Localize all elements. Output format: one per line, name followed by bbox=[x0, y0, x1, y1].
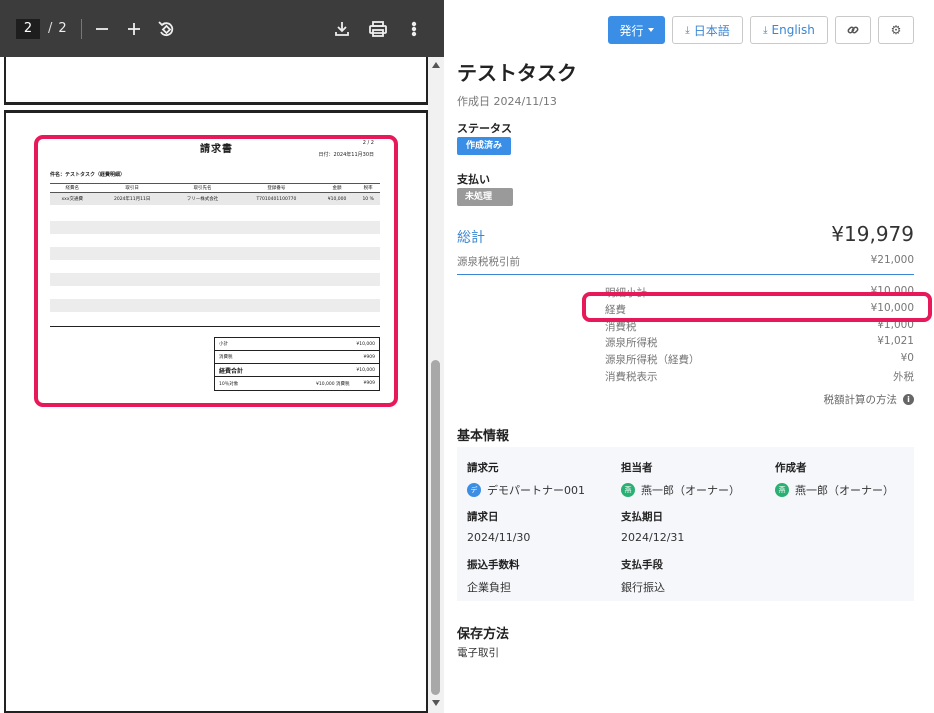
breakdown-label: 源泉所得税（経費） bbox=[605, 354, 700, 366]
minus-icon bbox=[95, 27, 108, 30]
pre-withholding-value: ¥21,000 bbox=[870, 254, 914, 266]
basic-info-heading: 基本情報 bbox=[457, 429, 510, 444]
owner-field: 担当者 燕 燕一郎（オーナー） bbox=[621, 460, 740, 498]
field-label: 請求日 bbox=[467, 511, 499, 523]
download-icon bbox=[335, 21, 349, 36]
due-date-field: 支払期日 2024/12/31 bbox=[621, 509, 684, 544]
total-value: ¥19,979 bbox=[831, 222, 914, 246]
page-title: テストタスク bbox=[457, 61, 577, 85]
avatar: 燕 bbox=[621, 483, 635, 497]
avatar: 燕 bbox=[775, 483, 789, 497]
rotate-button[interactable] bbox=[152, 15, 180, 43]
total-label[interactable]: 総計 bbox=[457, 227, 485, 247]
highlight-invoice bbox=[34, 135, 398, 407]
basic-info-box: 請求元 デ デモパートナー001 担当者 燕 燕一郎（オーナー） 作成者 燕 燕… bbox=[457, 447, 914, 601]
issue-button-label: 発行 bbox=[619, 23, 644, 38]
field-label: 担当者 bbox=[621, 462, 653, 474]
field-value: 銀行振込 bbox=[621, 581, 665, 594]
breakdown-value: 外税 bbox=[893, 371, 914, 383]
breakdown-row: 源泉所得税 ¥1,021 bbox=[605, 335, 914, 350]
field-value: 2024/12/31 bbox=[621, 531, 685, 544]
copy-link-button[interactable] bbox=[835, 16, 871, 44]
breakdown-label: 源泉所得税 bbox=[605, 337, 658, 349]
caret-down-icon bbox=[647, 28, 654, 32]
info-icon[interactable]: i bbox=[903, 394, 914, 405]
scroll-down-arrow[interactable] bbox=[432, 700, 440, 706]
tax-calc-link[interactable]: 税額計算の方法 i bbox=[823, 392, 914, 407]
avatar: デ bbox=[467, 483, 481, 497]
status-badge: 作成済み bbox=[457, 137, 512, 155]
issuer-field: 請求元 デ デモパートナー001 bbox=[467, 460, 585, 498]
storage-value: 電子取引 bbox=[457, 647, 499, 659]
english-label: English bbox=[771, 23, 815, 37]
scrollbar-thumb[interactable] bbox=[431, 360, 440, 695]
storage-heading: 保存方法 bbox=[457, 627, 510, 642]
created-date: 作成日 2024/11/13 bbox=[457, 95, 557, 108]
download-icon: ⤓ bbox=[685, 24, 690, 36]
breakdown-label: 消費税表示 bbox=[605, 371, 658, 383]
issue-button[interactable]: 発行 bbox=[608, 16, 665, 44]
pdf-toolbar: 2 / 2 bbox=[0, 0, 444, 57]
download-icon: ⤓ bbox=[763, 24, 768, 36]
detail-panel: 発行 ⤓ 日本語 ⤓ English ⚙ テストタスク 作成日 2024/11/… bbox=[445, 0, 934, 713]
tax-calc-label: 税額計算の方法 bbox=[823, 394, 898, 406]
zoom-in-button[interactable] bbox=[120, 15, 148, 43]
pre-withholding-label: 源泉税税引前 bbox=[457, 256, 520, 268]
more-options-button[interactable] bbox=[400, 15, 428, 43]
field-label: 支払手段 bbox=[621, 559, 663, 571]
breakdown-row: 消費税表示 外税 bbox=[605, 369, 914, 384]
plus-icon bbox=[127, 22, 140, 35]
previous-page bbox=[4, 57, 428, 105]
total-divider bbox=[457, 274, 914, 275]
print-icon bbox=[369, 20, 387, 37]
settings-button[interactable]: ⚙ bbox=[878, 16, 914, 44]
field-value: 企業負担 bbox=[467, 581, 511, 594]
breakdown-value: ¥1,021 bbox=[877, 335, 914, 347]
japanese-label: 日本語 bbox=[693, 23, 730, 38]
field-value: 燕 燕一郎（オーナー） bbox=[621, 482, 740, 498]
creator-name: 燕一郎（オーナー） bbox=[795, 484, 894, 497]
breakdown-row: 源泉所得税（経費） ¥0 bbox=[605, 352, 914, 367]
issuer-name: デモパートナー001 bbox=[487, 484, 585, 497]
payment-label: 支払い bbox=[457, 173, 490, 186]
payment-method-field: 支払手段 銀行振込 bbox=[621, 557, 665, 595]
status-label: ステータス bbox=[457, 122, 512, 135]
page-total: 2 bbox=[58, 21, 67, 36]
transfer-fee-field: 振込手数料 企業負担 bbox=[467, 557, 520, 595]
field-value: 2024/11/30 bbox=[467, 531, 531, 544]
owner-name: 燕一郎（オーナー） bbox=[641, 484, 740, 497]
link-icon bbox=[847, 26, 859, 34]
download-english-button[interactable]: ⤓ English bbox=[750, 16, 828, 44]
creator-field: 作成者 燕 燕一郎（オーナー） bbox=[775, 460, 894, 498]
pdf-viewer: 2 / 2 請求書 2 / 2 日付：2024年11月30日 件名：テストタスク… bbox=[0, 0, 444, 713]
breakdown-value: ¥0 bbox=[900, 352, 914, 364]
app-root: 2 / 2 請求書 2 / 2 日付：2024年11月30日 件名：テストタスク… bbox=[0, 0, 934, 713]
print-button[interactable] bbox=[364, 15, 392, 43]
rotate-icon bbox=[158, 20, 173, 36]
download-japanese-button[interactable]: ⤓ 日本語 bbox=[672, 16, 743, 44]
invoice-date-field: 請求日 2024/11/30 bbox=[467, 509, 530, 544]
more-vert-icon bbox=[411, 21, 417, 36]
field-value: デ デモパートナー001 bbox=[467, 482, 585, 498]
page-separator: / bbox=[48, 21, 53, 36]
field-label: 振込手数料 bbox=[467, 559, 520, 571]
field-value: 燕 燕一郎（オーナー） bbox=[775, 482, 894, 498]
gear-icon: ⚙ bbox=[890, 23, 902, 37]
payment-badge: 未処理 bbox=[457, 188, 513, 206]
action-bar: 発行 ⤓ 日本語 ⤓ English ⚙ bbox=[608, 16, 914, 44]
field-label: 請求元 bbox=[467, 462, 499, 474]
highlight-expense bbox=[582, 292, 932, 322]
page-number-input[interactable]: 2 bbox=[16, 18, 40, 39]
toolbar-divider bbox=[80, 18, 82, 39]
field-label: 作成者 bbox=[775, 462, 807, 474]
scroll-up-arrow[interactable] bbox=[432, 62, 440, 68]
zoom-out-button[interactable] bbox=[88, 15, 116, 43]
download-button[interactable] bbox=[328, 15, 356, 43]
field-label: 支払期日 bbox=[621, 511, 663, 523]
